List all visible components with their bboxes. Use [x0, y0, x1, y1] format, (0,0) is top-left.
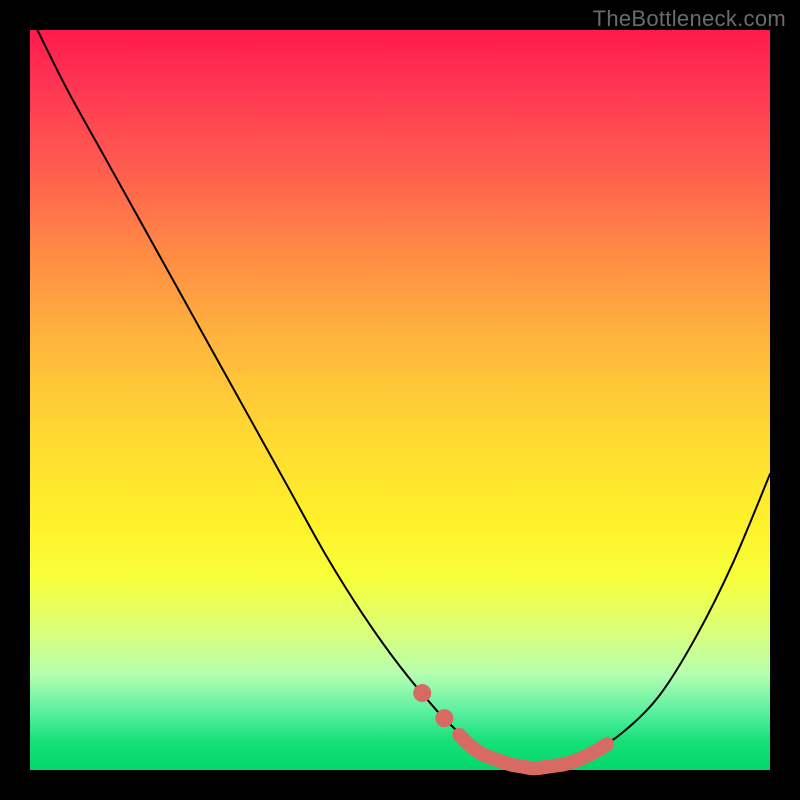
watermark-text: TheBottleneck.com — [593, 6, 786, 32]
chart-gradient-background — [30, 30, 770, 770]
